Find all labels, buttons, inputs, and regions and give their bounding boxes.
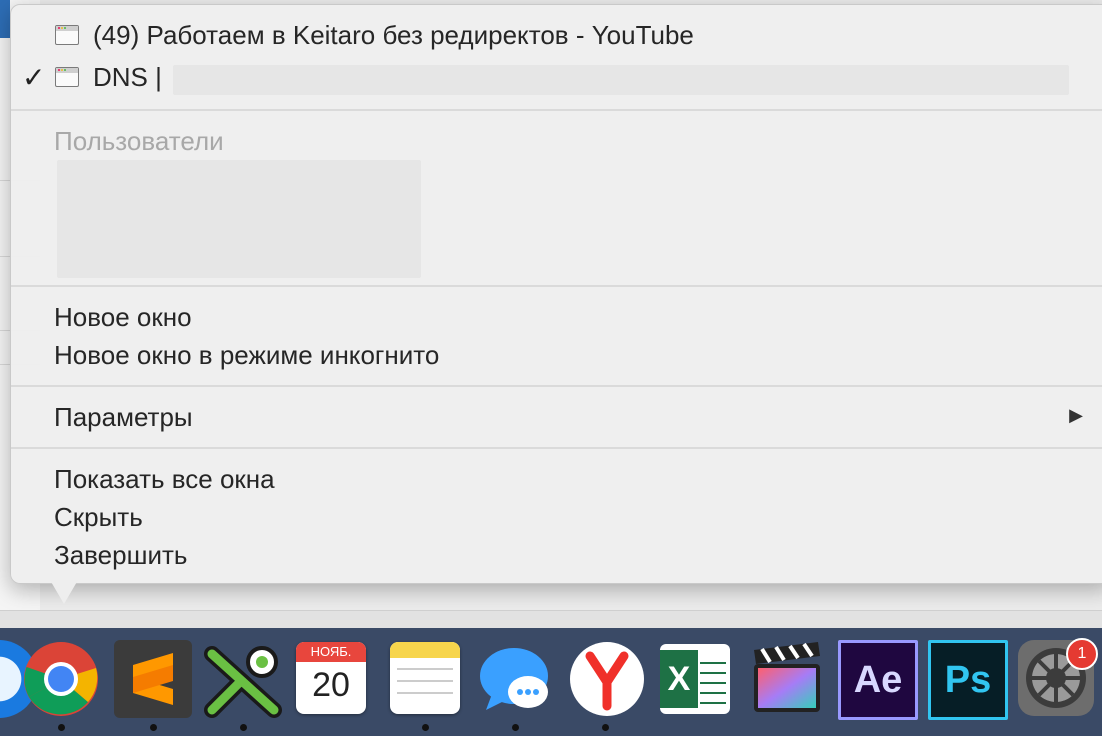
photoshop-label: Ps [944, 658, 992, 701]
messages-icon[interactable] [478, 640, 556, 718]
calendar-day: 20 [312, 666, 350, 704]
menu-item-parameters[interactable]: Параметры [54, 401, 193, 433]
running-indicator [240, 724, 247, 731]
menu-separator [11, 109, 1102, 111]
calendar-month: НОЯБ. [296, 642, 366, 662]
photoshop-icon[interactable]: Ps [928, 640, 1008, 720]
window-icon [55, 67, 79, 87]
users-header: Пользователи [54, 126, 224, 156]
calendar-icon[interactable]: НОЯБ. 20 [296, 642, 366, 714]
menu-item-hide[interactable]: Скрыть [54, 501, 143, 533]
background-accent [0, 0, 10, 38]
menu-item-show-all-windows[interactable]: Показать все окна [54, 463, 275, 495]
redacted-users [57, 160, 421, 278]
menu-separator [11, 385, 1102, 387]
dock: НОЯБ. 20 X Ae Ps 1 [0, 628, 1102, 736]
menu-separator [11, 447, 1102, 449]
clapper-icon[interactable] [748, 640, 826, 718]
menu-item-window-dns[interactable]: DNS | [93, 61, 162, 93]
running-indicator [422, 724, 429, 731]
dock-context-menu: (49) Работаем в Keitaro без редиректов -… [10, 4, 1102, 584]
after-effects-icon[interactable]: Ae [838, 640, 918, 720]
menu-item-new-incognito-window[interactable]: Новое окно в режиме инкогнито [54, 339, 439, 371]
checkmark-icon: ✓ [22, 62, 46, 93]
gear-icon[interactable]: 1 [1018, 638, 1098, 716]
redacted-title [173, 65, 1069, 95]
running-indicator [512, 724, 519, 731]
submenu-arrow-icon: ▶ [1069, 405, 1083, 425]
excel-icon[interactable]: X [660, 644, 730, 714]
notification-badge: 1 [1066, 638, 1098, 670]
menu-separator [11, 285, 1102, 287]
running-indicator [150, 724, 157, 731]
menu-item-window-youtube[interactable]: (49) Работаем в Keitaro без редиректов -… [93, 19, 694, 51]
yandex-icon[interactable] [568, 640, 646, 718]
menu-item-new-window[interactable]: Новое окно [54, 301, 192, 333]
running-indicator [602, 724, 609, 731]
key-icon[interactable] [204, 640, 282, 718]
sublime-icon[interactable] [114, 640, 192, 718]
window-icon [55, 25, 79, 45]
menu-item-quit[interactable]: Завершить [54, 539, 187, 571]
notes-icon[interactable] [390, 642, 460, 714]
excel-letter: X [660, 650, 698, 708]
menu-pointer [50, 580, 78, 604]
after-effects-label: Ae [853, 658, 903, 701]
running-indicator [58, 724, 65, 731]
chrome-icon[interactable] [22, 640, 100, 718]
